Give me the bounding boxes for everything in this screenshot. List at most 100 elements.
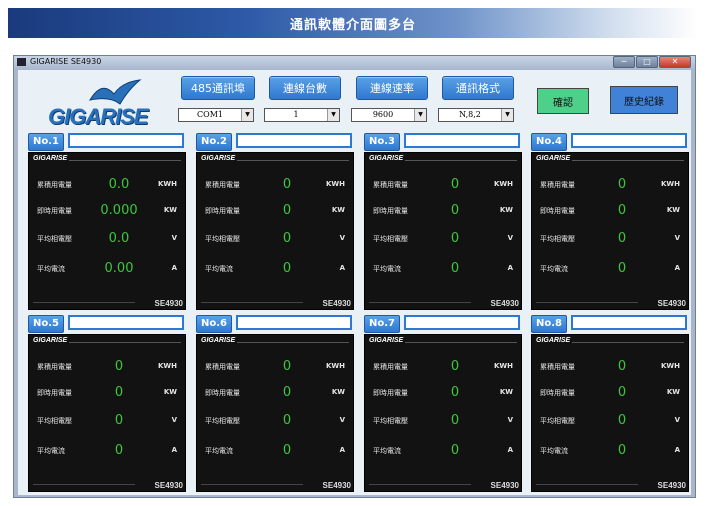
comm-format-select[interactable]: N,8,2 ▼ [438,108,514,122]
panel-name-field[interactable] [236,315,352,330]
reading-unit: V [339,416,345,424]
com-port-button[interactable]: 485通訊埠 [181,76,255,100]
reading-row: 平均相電壓 0 V [197,413,355,429]
panel-brand: GIGARISE [369,337,404,344]
reading-unit: KW [666,206,680,214]
reading-value: 0 [617,261,627,276]
dropdown-arrow-icon[interactable]: ▼ [327,109,339,121]
window-titlebar: GIGARISE SE4930 ─ □ ✕ [14,56,695,69]
history-button[interactable]: 歷史紀錄 [610,86,678,114]
panel-model: SE4930 [657,299,686,308]
reading-label: 平均相電壓 [373,417,408,425]
reading-label: 平均相電壓 [205,417,240,425]
reading-unit: KW [499,206,513,214]
reading-value: 0 [450,261,460,276]
panel-name-field[interactable] [68,133,184,148]
reading-unit: KW [163,388,177,396]
reading-unit: KW [331,388,345,396]
panel-number-button[interactable]: No.7 [364,315,400,333]
panel-header: No.2 [196,132,354,152]
panel-display: GIGARISE 累積用電量 0 KWH 即時用電量 0 KW 平均相電壓 0 V 平均電流 0 A SE… [531,152,689,310]
reading-unit: KWH [157,362,177,370]
panel-number-button[interactable]: No.6 [196,315,232,333]
reading-label: 平均電流 [37,265,65,273]
reading-label: 平均電流 [373,265,401,273]
reading-label: 平均電流 [540,447,568,455]
reading-row: 累積用電量 0.0 KWH [29,177,187,193]
panel-model: SE4930 [154,299,183,308]
reading-label: 即時用電量 [540,389,575,397]
minimize-button[interactable]: ─ [613,56,635,68]
reading-value: 0 [617,413,627,428]
reading-value: 0 [617,385,627,400]
reading-label: 累積用電量 [205,363,240,371]
reading-row: 即時用電量 0 KW [365,203,523,219]
panel-name-field[interactable] [571,133,687,148]
panel-name-field[interactable] [404,133,520,148]
panel-header: No.5 [28,314,186,334]
reading-label: 平均相電壓 [373,235,408,243]
reading-unit: KW [499,388,513,396]
reading-label: 平均電流 [373,447,401,455]
reading-row: 累積用電量 0 KWH [197,177,355,193]
divider [572,342,684,343]
reading-row: 累積用電量 0 KWH [365,359,523,375]
panel-number-button[interactable]: No.2 [196,133,232,151]
baud-rate-select[interactable]: 9600 ▼ [351,108,427,122]
panel-name-field[interactable] [68,315,184,330]
reading-value: 0 [617,443,627,458]
reading-value: 0 [450,443,460,458]
meter-panel: No.8 GIGARISE 累積用電量 0 KWH 即時用電量 0 KW 平均相電壓 0 V 平均電流… [531,314,689,494]
confirm-button[interactable]: 確認 [537,88,589,114]
divider [69,342,181,343]
reading-row: 累積用電量 0 KWH [29,359,187,375]
reading-row: 即時用電量 0 KW [532,385,690,401]
panel-number-button[interactable]: No.4 [531,133,567,151]
reading-label: 即時用電量 [205,207,240,215]
panel-display: GIGARISE 累積用電量 0 KWH 即時用電量 0 KW 平均相電壓 0 V 平均電流 0 A SE… [28,334,186,492]
reading-row: 平均相電壓 0 V [365,413,523,429]
reading-unit: KWH [325,362,345,370]
close-button[interactable]: ✕ [659,56,691,68]
reading-label: 即時用電量 [373,389,408,397]
meter-panel: No.5 GIGARISE 累積用電量 0 KWH 即時用電量 0 KW 平均相電壓 0 V 平均電流… [28,314,186,494]
device-count-button[interactable]: 連線台數 [269,76,341,100]
dropdown-arrow-icon[interactable]: ▼ [414,109,426,121]
meter-panel: No.2 GIGARISE 累積用電量 0 KWH 即時用電量 0 KW 平均相電壓 0 V 平均電流… [196,132,354,312]
reading-unit: V [674,416,680,424]
divider [536,484,638,485]
reading-label: 平均相電壓 [540,235,575,243]
panel-header: No.3 [364,132,522,152]
panel-number-button[interactable]: No.1 [28,133,64,151]
panel-number-button[interactable]: No.3 [364,133,400,151]
panel-brand: GIGARISE [33,337,68,344]
reading-label: 即時用電量 [540,207,575,215]
baud-rate-button[interactable]: 連線速率 [356,76,428,100]
reading-label: 即時用電量 [37,207,72,215]
panel-header: No.1 [28,132,186,152]
reading-value: 0 [617,359,627,374]
panel-name-field[interactable] [404,315,520,330]
panel-name-field[interactable] [571,315,687,330]
panel-number-button[interactable]: No.5 [28,315,64,333]
reading-unit: KWH [660,180,680,188]
panel-display: GIGARISE 累積用電量 0 KWH 即時用電量 0 KW 平均相電壓 0 V 平均電流 0 A SE… [531,334,689,492]
maximize-button[interactable]: □ [636,56,658,68]
reading-row: 平均相電壓 0 V [197,231,355,247]
comm-format-button[interactable]: 通訊格式 [442,76,514,100]
dropdown-arrow-icon[interactable]: ▼ [501,109,513,121]
reading-value: 0 [617,203,627,218]
device-count-select[interactable]: 1 ▼ [264,108,340,122]
meter-panel: No.4 GIGARISE 累積用電量 0 KWH 即時用電量 0 KW 平均相電壓 0 V 平均電流… [531,132,689,312]
reading-unit: V [339,234,345,242]
reading-value: 0 [282,203,292,218]
panel-number-button[interactable]: No.8 [531,315,567,333]
reading-row: 平均電流 0 A [365,443,523,459]
panel-model: SE4930 [490,299,519,308]
dropdown-arrow-icon[interactable]: ▼ [241,109,253,121]
panel-model: SE4930 [322,481,351,490]
com-port-select[interactable]: COM1 ▼ [178,108,254,122]
panel-name-field[interactable] [236,133,352,148]
reading-value: 0 [114,385,124,400]
app-icon [17,58,26,66]
